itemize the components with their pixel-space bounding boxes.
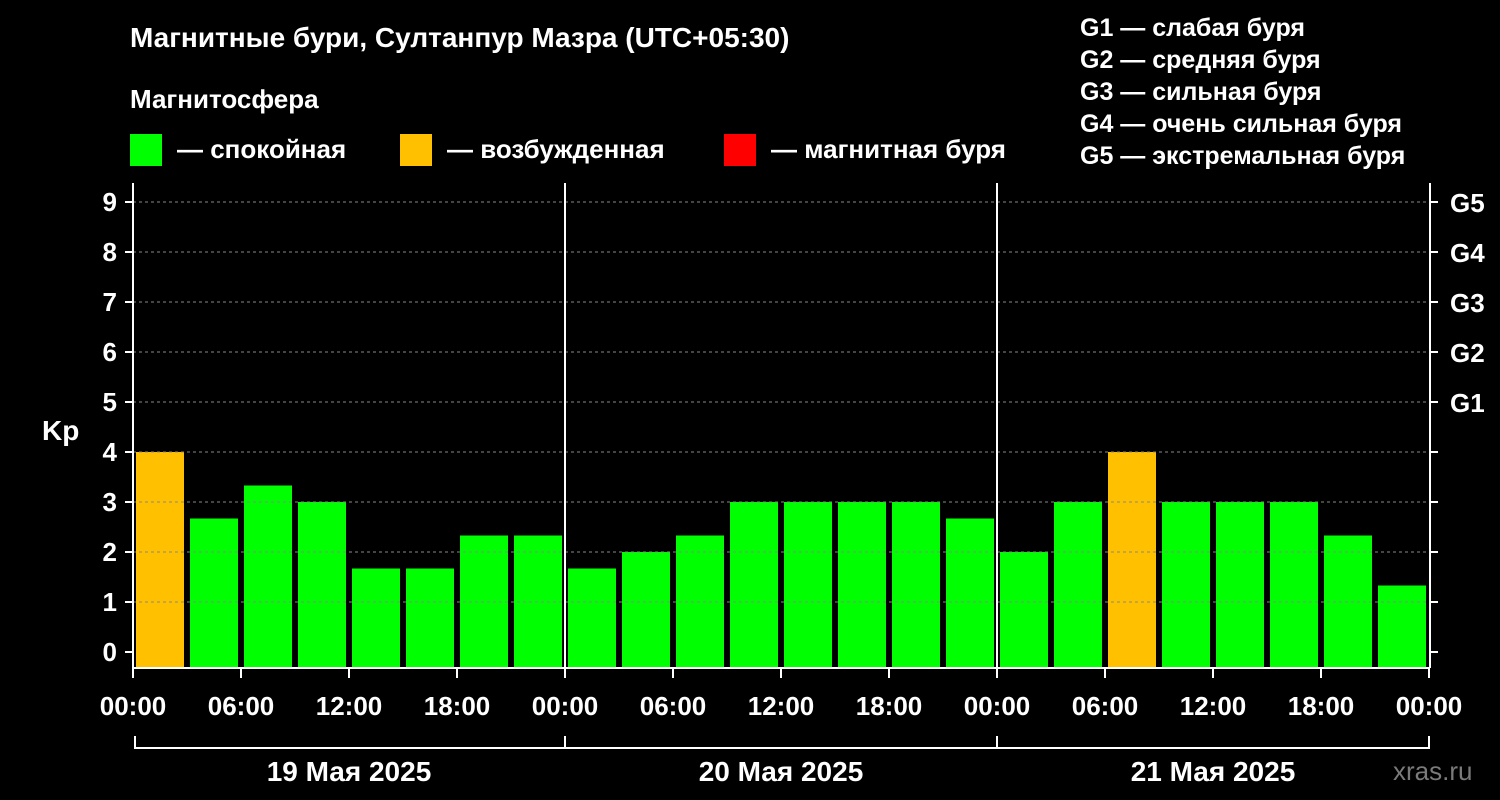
kp-bar-5 — [406, 568, 454, 668]
kp-bar-0 — [136, 452, 184, 668]
day-label-0: 19 Мая 2025 — [267, 756, 432, 787]
kp-bar-17 — [1054, 502, 1102, 668]
watermark: xras.ru — [1393, 756, 1473, 786]
kp-bar-9 — [622, 552, 670, 668]
x-tick-label-5: 06:00 — [640, 691, 707, 721]
kp-bar-18 — [1108, 452, 1156, 668]
day-label-1: 20 Мая 2025 — [699, 756, 864, 787]
kp-bar-chart: 0 1 2 3 4 5 6 7 8 9 G1 G2 G3 G4 G5 Kp 00:00 06:00 12:00 18:… — [42, 183, 1485, 787]
x-tick-label-3: 18:00 — [424, 691, 491, 721]
y-tick-label-6: 6 — [103, 337, 117, 367]
kp-bar-11 — [730, 502, 778, 668]
x-tick-label-1: 06:00 — [208, 691, 275, 721]
kp-bar-20 — [1216, 502, 1264, 668]
x-tick-label-9: 06:00 — [1072, 691, 1139, 721]
g-scale-label-G4: G4 — [1450, 238, 1485, 268]
g-scale-label-G3: G3 — [1450, 288, 1485, 318]
kp-bar-3 — [298, 502, 346, 668]
y-tick-label-3: 3 — [103, 487, 117, 517]
y-axis-label: Kp — [42, 415, 79, 446]
y-tick-label-4: 4 — [103, 437, 118, 467]
kp-bar-14 — [892, 502, 940, 668]
kp-bar-1 — [190, 518, 238, 668]
kp-bar-12 — [784, 502, 832, 668]
kp-bar-8 — [568, 568, 616, 668]
x-tick-label-2: 12:00 — [316, 691, 383, 721]
x-tick-label-10: 12:00 — [1180, 691, 1247, 721]
g-scale-label-G5: G5 — [1450, 188, 1485, 218]
kp-bar-2 — [244, 485, 292, 668]
x-tick-label-0: 00:00 — [100, 691, 167, 721]
g-scale-label-G1: G1 — [1450, 388, 1485, 418]
kp-bar-13 — [838, 502, 886, 668]
kp-bar-19 — [1162, 502, 1210, 668]
y-tick-label-0: 0 — [103, 637, 117, 667]
kp-bar-4 — [352, 568, 400, 668]
x-tick-label-12: 00:00 — [1396, 691, 1463, 721]
y-tick-label-9: 9 — [103, 187, 117, 217]
y-tick-label-1: 1 — [103, 587, 117, 617]
x-tick-label-6: 12:00 — [748, 691, 815, 721]
y-tick-label-2: 2 — [103, 537, 117, 567]
kp-bar-21 — [1270, 502, 1318, 668]
x-tick-label-7: 18:00 — [856, 691, 923, 721]
g-scale-label-G2: G2 — [1450, 338, 1485, 368]
day-label-2: 21 Мая 2025 — [1131, 756, 1296, 787]
kp-bar-16 — [1000, 552, 1048, 668]
y-tick-label-7: 7 — [103, 287, 117, 317]
x-tick-label-8: 00:00 — [964, 691, 1031, 721]
y-tick-label-5: 5 — [103, 387, 117, 417]
y-tick-label-8: 8 — [103, 237, 117, 267]
x-tick-label-4: 00:00 — [532, 691, 599, 721]
kp-bar-23 — [1378, 585, 1426, 668]
kp-bar-15 — [946, 518, 994, 668]
x-tick-label-11: 18:00 — [1288, 691, 1355, 721]
